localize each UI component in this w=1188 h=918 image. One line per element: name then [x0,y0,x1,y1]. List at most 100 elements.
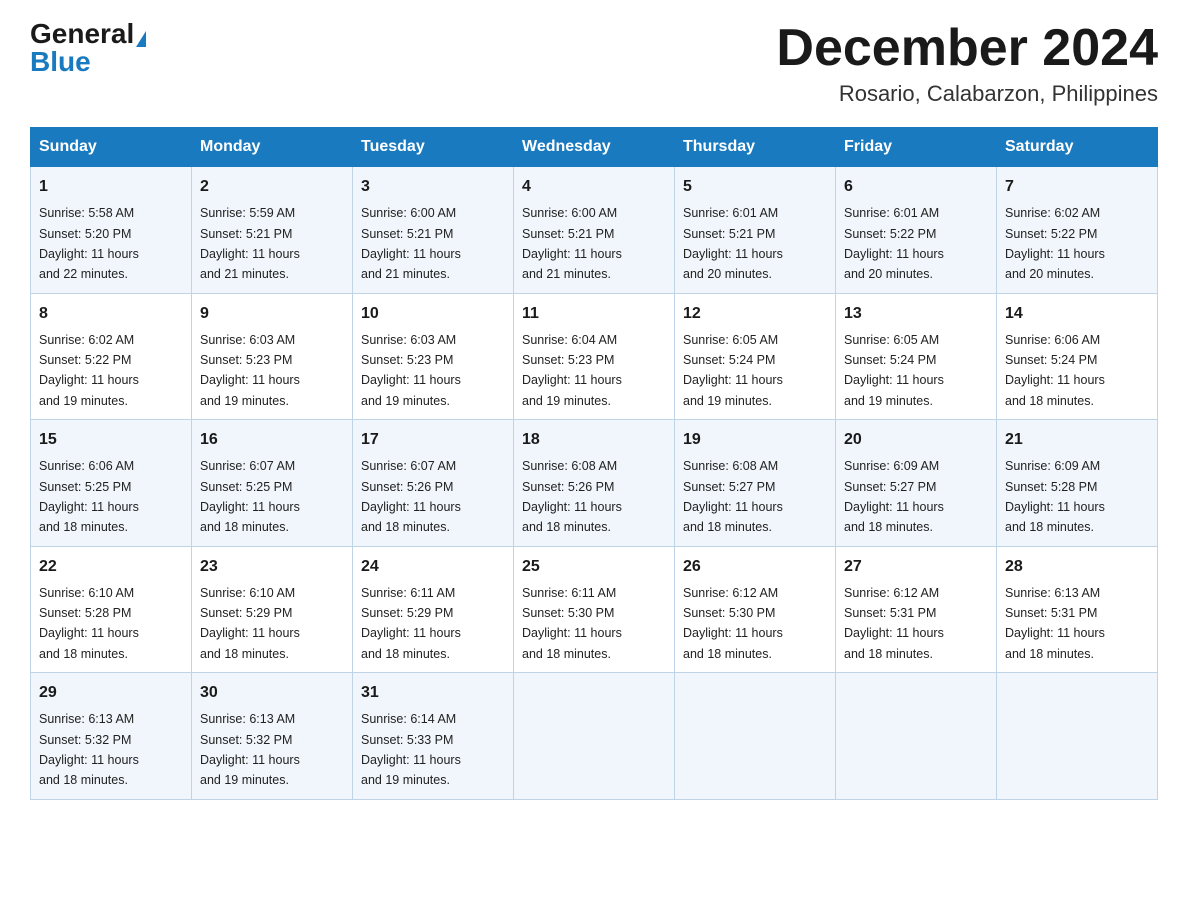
calendar-cell: 13 Sunrise: 6:05 AMSunset: 5:24 PMDaylig… [836,293,997,420]
day-number: 9 [200,302,344,326]
logo-general: General [30,18,134,49]
title-block: December 2024 Rosario, Calabarzon, Phili… [776,20,1158,107]
calendar-cell: 29 Sunrise: 6:13 AMSunset: 5:32 PMDaylig… [31,673,192,800]
day-info: Sunrise: 6:12 AMSunset: 5:31 PMDaylight:… [844,586,944,661]
day-number: 3 [361,175,505,199]
day-info: Sunrise: 6:02 AMSunset: 5:22 PMDaylight:… [39,333,139,408]
day-info: Sunrise: 6:00 AMSunset: 5:21 PMDaylight:… [361,206,461,281]
day-info: Sunrise: 6:06 AMSunset: 5:24 PMDaylight:… [1005,333,1105,408]
calendar-cell [675,673,836,800]
day-number: 12 [683,302,827,326]
day-info: Sunrise: 6:09 AMSunset: 5:27 PMDaylight:… [844,459,944,534]
calendar-week-row: 29 Sunrise: 6:13 AMSunset: 5:32 PMDaylig… [31,673,1158,800]
day-info: Sunrise: 6:05 AMSunset: 5:24 PMDaylight:… [844,333,944,408]
day-info: Sunrise: 6:05 AMSunset: 5:24 PMDaylight:… [683,333,783,408]
day-info: Sunrise: 6:07 AMSunset: 5:25 PMDaylight:… [200,459,300,534]
day-info: Sunrise: 6:08 AMSunset: 5:27 PMDaylight:… [683,459,783,534]
calendar-header-thursday: Thursday [675,128,836,167]
calendar-header-saturday: Saturday [997,128,1158,167]
day-number: 31 [361,681,505,705]
day-number: 11 [522,302,666,326]
day-info: Sunrise: 6:13 AMSunset: 5:32 PMDaylight:… [39,712,139,787]
calendar-cell: 3 Sunrise: 6:00 AMSunset: 5:21 PMDayligh… [353,167,514,294]
calendar-cell: 18 Sunrise: 6:08 AMSunset: 5:26 PMDaylig… [514,420,675,547]
calendar-week-row: 8 Sunrise: 6:02 AMSunset: 5:22 PMDayligh… [31,293,1158,420]
day-info: Sunrise: 6:00 AMSunset: 5:21 PMDaylight:… [522,206,622,281]
calendar-cell: 1 Sunrise: 5:58 AMSunset: 5:20 PMDayligh… [31,167,192,294]
calendar-cell [514,673,675,800]
calendar-cell: 6 Sunrise: 6:01 AMSunset: 5:22 PMDayligh… [836,167,997,294]
day-number: 20 [844,428,988,452]
day-number: 21 [1005,428,1149,452]
day-number: 2 [200,175,344,199]
day-info: Sunrise: 6:06 AMSunset: 5:25 PMDaylight:… [39,459,139,534]
day-number: 6 [844,175,988,199]
calendar-header-friday: Friday [836,128,997,167]
day-info: Sunrise: 6:13 AMSunset: 5:31 PMDaylight:… [1005,586,1105,661]
calendar-cell [836,673,997,800]
calendar-cell: 11 Sunrise: 6:04 AMSunset: 5:23 PMDaylig… [514,293,675,420]
calendar-cell: 28 Sunrise: 6:13 AMSunset: 5:31 PMDaylig… [997,546,1158,673]
day-info: Sunrise: 6:04 AMSunset: 5:23 PMDaylight:… [522,333,622,408]
day-number: 26 [683,555,827,579]
calendar-cell: 9 Sunrise: 6:03 AMSunset: 5:23 PMDayligh… [192,293,353,420]
calendar-cell: 12 Sunrise: 6:05 AMSunset: 5:24 PMDaylig… [675,293,836,420]
day-number: 22 [39,555,183,579]
calendar-cell: 25 Sunrise: 6:11 AMSunset: 5:30 PMDaylig… [514,546,675,673]
calendar-cell: 30 Sunrise: 6:13 AMSunset: 5:32 PMDaylig… [192,673,353,800]
day-info: Sunrise: 6:02 AMSunset: 5:22 PMDaylight:… [1005,206,1105,281]
calendar-cell: 10 Sunrise: 6:03 AMSunset: 5:23 PMDaylig… [353,293,514,420]
day-number: 29 [39,681,183,705]
calendar-week-row: 1 Sunrise: 5:58 AMSunset: 5:20 PMDayligh… [31,167,1158,294]
logo-blue: Blue [30,48,91,76]
day-info: Sunrise: 6:08 AMSunset: 5:26 PMDaylight:… [522,459,622,534]
calendar-cell: 20 Sunrise: 6:09 AMSunset: 5:27 PMDaylig… [836,420,997,547]
logo-triangle-icon [136,31,146,47]
calendar-cell: 2 Sunrise: 5:59 AMSunset: 5:21 PMDayligh… [192,167,353,294]
page-header: General Blue December 2024 Rosario, Cala… [30,20,1158,107]
day-number: 10 [361,302,505,326]
logo-text: General [30,20,146,48]
day-info: Sunrise: 6:11 AMSunset: 5:30 PMDaylight:… [522,586,622,661]
day-info: Sunrise: 6:01 AMSunset: 5:22 PMDaylight:… [844,206,944,281]
calendar-cell: 21 Sunrise: 6:09 AMSunset: 5:28 PMDaylig… [997,420,1158,547]
calendar-cell: 4 Sunrise: 6:00 AMSunset: 5:21 PMDayligh… [514,167,675,294]
day-info: Sunrise: 6:03 AMSunset: 5:23 PMDaylight:… [200,333,300,408]
day-number: 1 [39,175,183,199]
day-info: Sunrise: 6:07 AMSunset: 5:26 PMDaylight:… [361,459,461,534]
calendar-header-monday: Monday [192,128,353,167]
calendar-cell: 8 Sunrise: 6:02 AMSunset: 5:22 PMDayligh… [31,293,192,420]
calendar-cell [997,673,1158,800]
day-info: Sunrise: 6:03 AMSunset: 5:23 PMDaylight:… [361,333,461,408]
calendar-cell: 14 Sunrise: 6:06 AMSunset: 5:24 PMDaylig… [997,293,1158,420]
day-number: 16 [200,428,344,452]
day-number: 30 [200,681,344,705]
calendar-cell: 17 Sunrise: 6:07 AMSunset: 5:26 PMDaylig… [353,420,514,547]
day-info: Sunrise: 5:59 AMSunset: 5:21 PMDaylight:… [200,206,300,281]
day-number: 15 [39,428,183,452]
day-number: 5 [683,175,827,199]
day-info: Sunrise: 6:10 AMSunset: 5:28 PMDaylight:… [39,586,139,661]
calendar-cell: 16 Sunrise: 6:07 AMSunset: 5:25 PMDaylig… [192,420,353,547]
day-info: Sunrise: 6:14 AMSunset: 5:33 PMDaylight:… [361,712,461,787]
calendar-table: SundayMondayTuesdayWednesdayThursdayFrid… [30,127,1158,800]
calendar-cell: 31 Sunrise: 6:14 AMSunset: 5:33 PMDaylig… [353,673,514,800]
calendar-cell: 7 Sunrise: 6:02 AMSunset: 5:22 PMDayligh… [997,167,1158,294]
calendar-cell: 22 Sunrise: 6:10 AMSunset: 5:28 PMDaylig… [31,546,192,673]
day-number: 8 [39,302,183,326]
calendar-cell: 15 Sunrise: 6:06 AMSunset: 5:25 PMDaylig… [31,420,192,547]
day-number: 27 [844,555,988,579]
day-number: 18 [522,428,666,452]
calendar-cell: 24 Sunrise: 6:11 AMSunset: 5:29 PMDaylig… [353,546,514,673]
logo: General Blue [30,20,146,76]
day-number: 24 [361,555,505,579]
day-number: 13 [844,302,988,326]
calendar-header-row: SundayMondayTuesdayWednesdayThursdayFrid… [31,128,1158,167]
month-title: December 2024 [776,20,1158,77]
calendar-header-tuesday: Tuesday [353,128,514,167]
calendar-header-wednesday: Wednesday [514,128,675,167]
day-info: Sunrise: 6:10 AMSunset: 5:29 PMDaylight:… [200,586,300,661]
calendar-cell: 19 Sunrise: 6:08 AMSunset: 5:27 PMDaylig… [675,420,836,547]
calendar-cell: 27 Sunrise: 6:12 AMSunset: 5:31 PMDaylig… [836,546,997,673]
day-number: 28 [1005,555,1149,579]
